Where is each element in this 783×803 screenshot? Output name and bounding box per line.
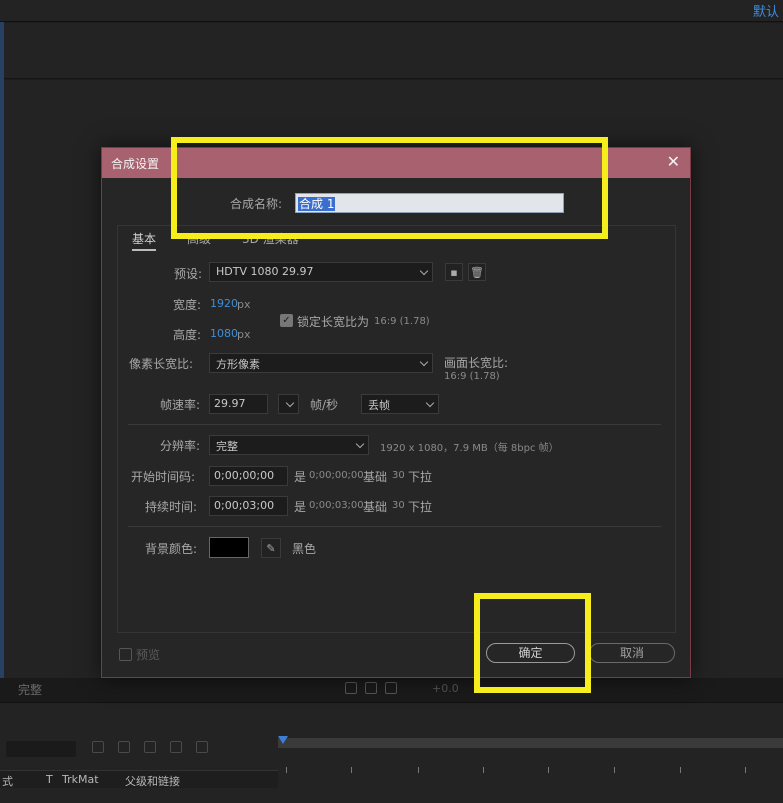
height-label: 高度: xyxy=(173,328,202,342)
highlight-comp-name xyxy=(171,137,608,239)
width-unit: px xyxy=(237,298,251,311)
viewer-toolbar: 完整 +0.0 xyxy=(0,678,783,702)
bg-color-name: 黑色 xyxy=(292,542,317,556)
eyedropper-icon[interactable]: ✎ xyxy=(261,538,281,558)
duration-pulldown: 下拉 xyxy=(408,500,433,514)
parent-column: 父级和链接 xyxy=(125,775,180,788)
divider xyxy=(128,526,661,527)
duration-prefix: 是 xyxy=(294,500,307,514)
start-timecode-input[interactable]: 0;00;00;00 xyxy=(209,466,288,486)
channel-icon[interactable] xyxy=(365,682,377,694)
resolution-value: 完整 xyxy=(216,440,238,453)
network-icon[interactable] xyxy=(385,682,397,694)
current-time-indicator-icon[interactable] xyxy=(278,736,288,744)
frame-aspect-value: 16:9 (1.78) xyxy=(444,371,500,382)
pixel-aspect-dropdown[interactable]: 方形像素 xyxy=(209,353,433,373)
preview-checkbox[interactable] xyxy=(119,648,132,661)
pixel-aspect-value: 方形像素 xyxy=(216,358,260,371)
frame-rate-value: 29.97 xyxy=(214,397,246,410)
height-unit: px xyxy=(237,328,251,341)
duration-label: 持续时间: xyxy=(145,500,198,514)
bg-color-label: 背景颜色: xyxy=(145,542,198,556)
height-value[interactable]: 1080 xyxy=(210,327,238,340)
start-tc-base-value: 30 xyxy=(392,470,405,481)
start-tc-pulldown: 下拉 xyxy=(408,470,433,484)
workspace-label[interactable]: 默认 xyxy=(753,1,779,20)
lock-aspect-checkbox[interactable]: ✓ xyxy=(280,314,293,327)
draft-3d-icon[interactable] xyxy=(118,741,130,753)
panel-strip xyxy=(4,23,783,79)
lock-aspect-value: 16:9 (1.78) xyxy=(374,316,430,327)
timeline-ticks xyxy=(278,763,783,783)
pixel-aspect-label: 像素长宽比: xyxy=(129,357,194,371)
trash-icon[interactable]: 🗑 xyxy=(468,263,486,281)
resolution-dropdown[interactable]: 完整 xyxy=(209,435,369,455)
preset-label: 预设: xyxy=(174,267,203,281)
duration-value: 0;00;03;00 xyxy=(214,499,275,512)
mode-column: 式 xyxy=(2,775,13,788)
width-value[interactable]: 1920 xyxy=(210,297,238,310)
save-preset-icon[interactable]: ▪ xyxy=(445,263,463,281)
resolution-info: 1920 x 1080，7.9 MB（每 8bpc 帧） xyxy=(380,443,559,454)
close-icon[interactable]: ✕ xyxy=(667,152,680,171)
t-column: T xyxy=(46,773,53,786)
start-tc-prefix: 是 xyxy=(294,470,307,484)
frame-rate-input[interactable]: 29.97 xyxy=(209,394,268,414)
time-ruler[interactable] xyxy=(278,736,783,748)
frame-blend-icon[interactable] xyxy=(144,741,156,753)
shy-icon[interactable] xyxy=(92,741,104,753)
cancel-button[interactable]: 取消 xyxy=(589,643,675,663)
timeline-panel: 式 T TrkMat 父级和链接 xyxy=(0,702,783,803)
frame-aspect-label: 画面长宽比: xyxy=(444,356,509,370)
duration-base-value: 30 xyxy=(392,500,405,511)
start-tc-base-label: 基础 xyxy=(363,470,388,484)
resolution-label: 分辨率: xyxy=(160,439,201,453)
drop-frame-value: 丢帧 xyxy=(368,399,390,412)
start-timecode-value: 0;00;00;00 xyxy=(214,469,275,482)
highlight-ok-button xyxy=(474,593,591,693)
dialog-title: 合成设置 xyxy=(111,157,160,171)
app-top-bar: 默认 xyxy=(0,0,783,22)
bg-color-swatch[interactable] xyxy=(209,537,249,558)
lock-aspect-label: 锁定长宽比为 xyxy=(297,315,370,329)
chevron-down-icon xyxy=(355,439,365,449)
divider xyxy=(128,424,661,425)
settings-group xyxy=(117,225,676,633)
frame-rate-dropdown[interactable] xyxy=(278,394,299,414)
duration-base-label: 基础 xyxy=(363,500,388,514)
start-tc-display: 0;00;00;00 xyxy=(309,470,364,481)
preset-value: HDTV 1080 29.97 xyxy=(216,265,314,278)
trkmat-column: TrkMat xyxy=(62,773,99,786)
viewer-resolution[interactable]: 完整 xyxy=(18,681,42,698)
timeline-search-input[interactable] xyxy=(6,741,76,757)
start-timecode-label: 开始时间码: xyxy=(131,470,196,484)
drop-frame-dropdown[interactable]: 丢帧 xyxy=(361,394,439,414)
preset-dropdown[interactable]: HDTV 1080 29.97 xyxy=(209,262,433,282)
width-label: 宽度: xyxy=(173,298,202,312)
frame-rate-unit: 帧/秒 xyxy=(310,398,339,412)
timeline-switch-icons xyxy=(92,741,208,753)
duration-display: 0;00;03;00 xyxy=(309,500,364,511)
chevron-down-icon xyxy=(425,398,435,408)
timeline-column-header: 式 T TrkMat 父级和链接 xyxy=(0,770,278,788)
graph-editor-icon[interactable] xyxy=(196,741,208,753)
motion-blur-icon[interactable] xyxy=(170,741,182,753)
frame-rate-label: 帧速率: xyxy=(160,398,201,412)
chevron-down-icon xyxy=(419,266,429,276)
exposure-value[interactable]: +0.0 xyxy=(432,682,459,695)
duration-input[interactable]: 0;00;03;00 xyxy=(209,496,288,516)
tab-basic[interactable]: 基本 xyxy=(132,230,157,251)
preview-label: 预览 xyxy=(136,648,161,662)
chevron-down-icon xyxy=(419,357,429,367)
chevron-down-icon xyxy=(285,398,295,408)
snapshot-icon[interactable] xyxy=(345,682,357,694)
